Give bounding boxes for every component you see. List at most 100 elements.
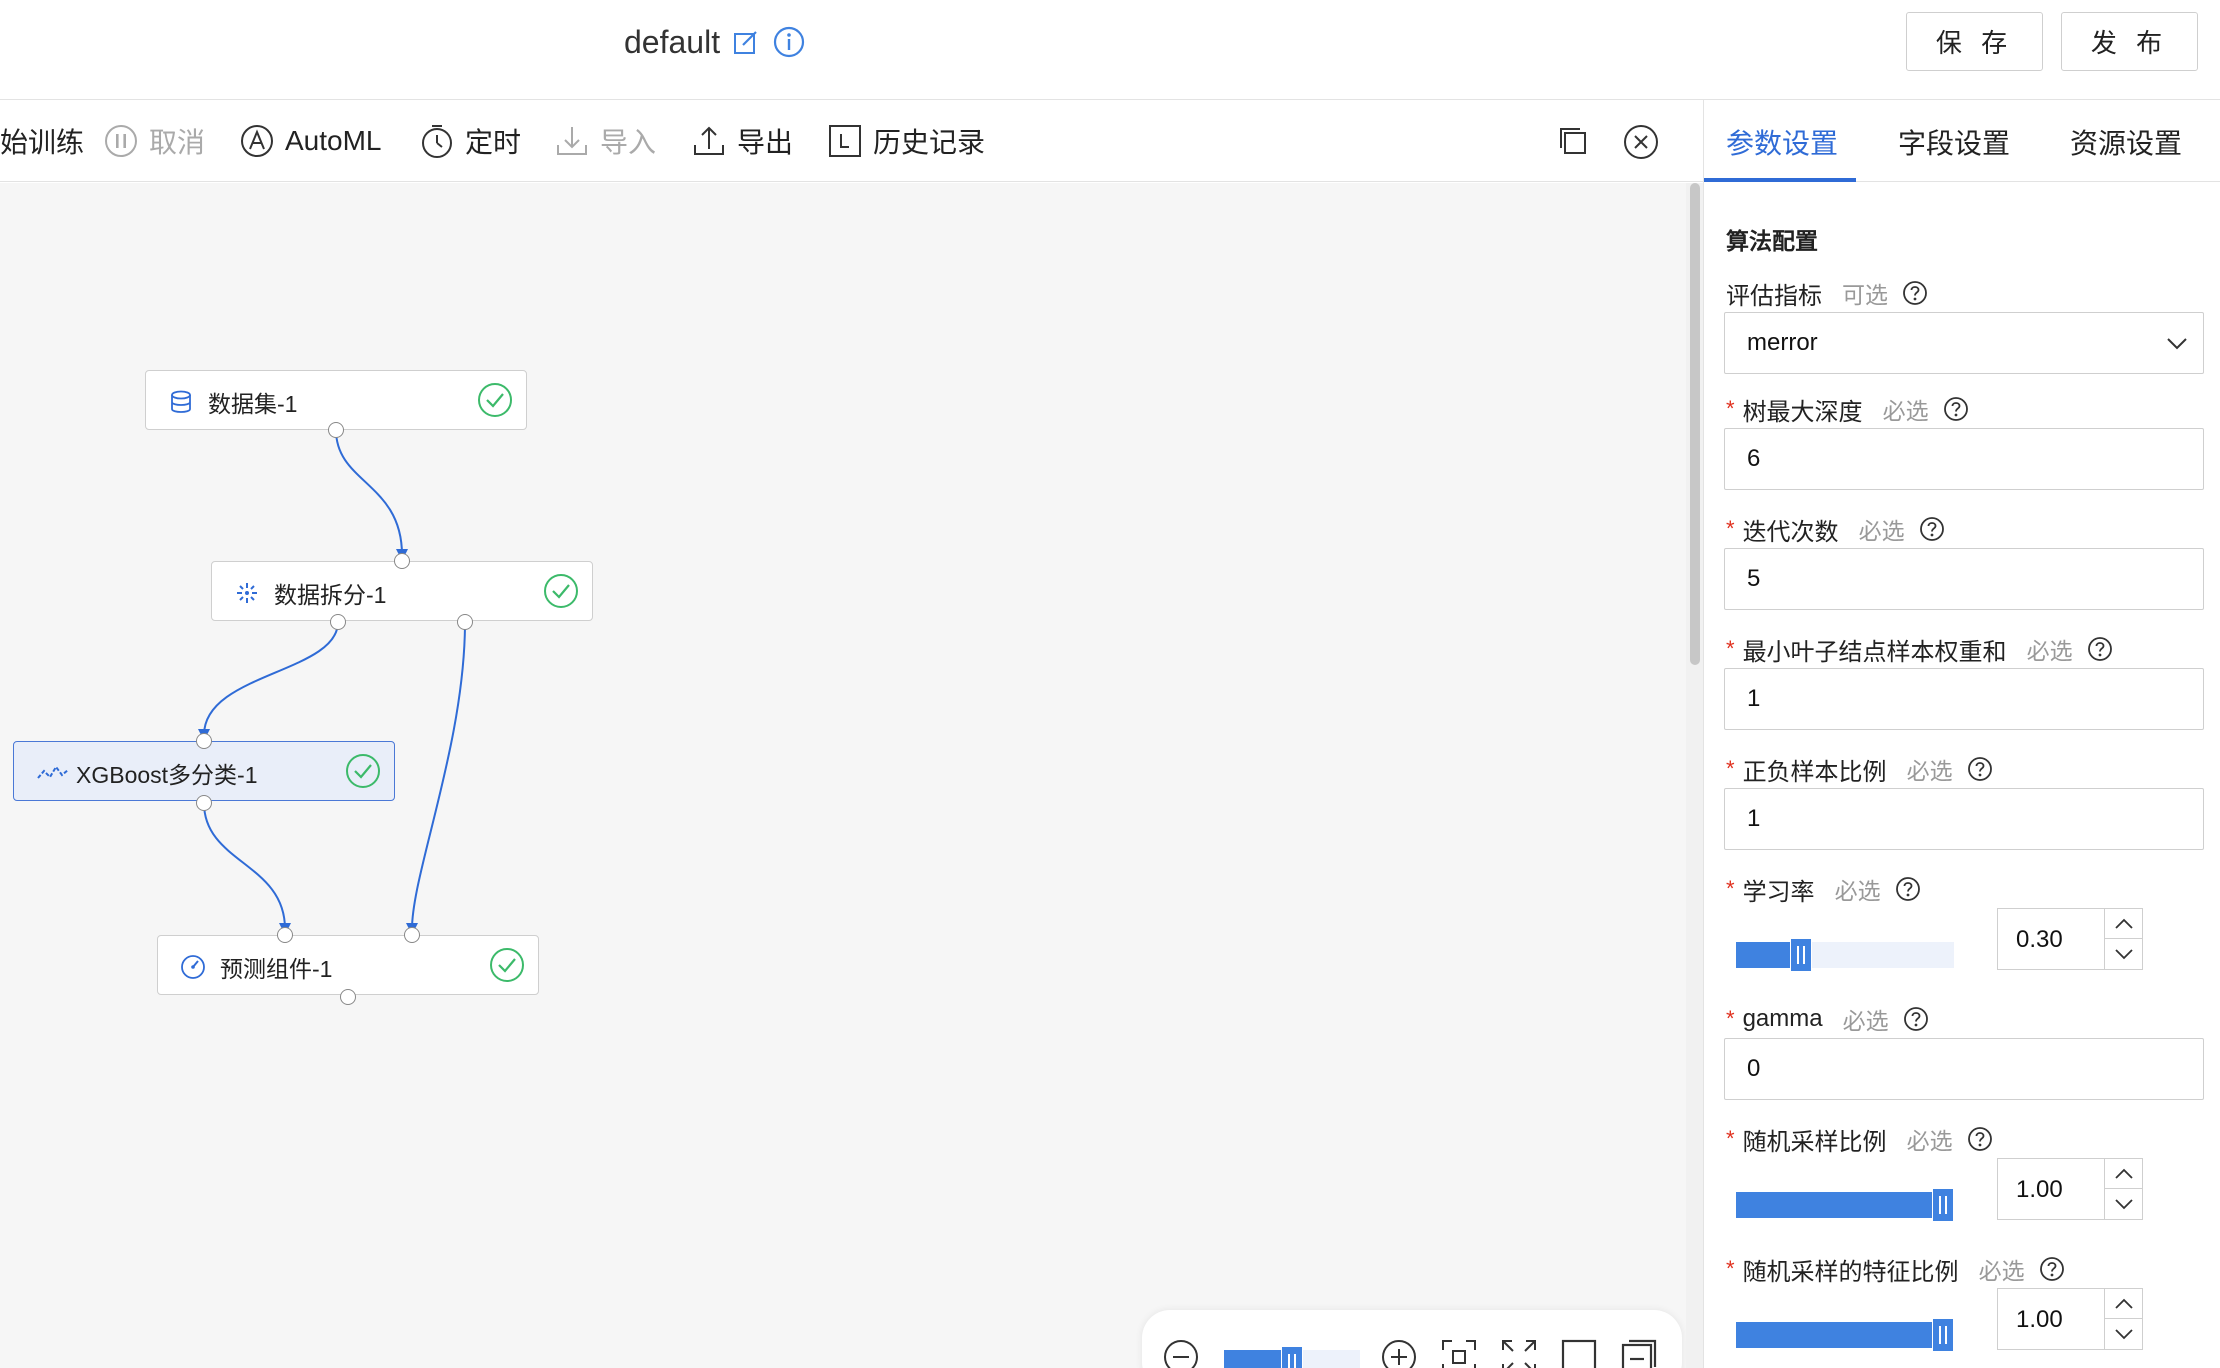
colsample-slider[interactable]: [1736, 1318, 1954, 1352]
copy-icon[interactable]: [1556, 124, 1590, 158]
import-button[interactable]: 导入: [554, 118, 656, 164]
automl-button[interactable]: AutoML: [239, 118, 382, 164]
subsample-stepper[interactable]: 1.00: [1997, 1158, 2143, 1220]
close-circle-icon[interactable]: [1623, 124, 1659, 160]
edge-split-xgboost: [198, 621, 339, 741]
subsample-slider[interactable]: [1736, 1188, 1954, 1222]
slider-handle[interactable]: [1932, 1188, 1954, 1222]
fullscreen-icon[interactable]: [1500, 1338, 1538, 1368]
input-port[interactable]: [277, 927, 293, 943]
canvas-scrollbar-thumb[interactable]: [1690, 183, 1700, 665]
decrement-button[interactable]: [2104, 939, 2142, 969]
help-icon[interactable]: [1967, 756, 1993, 782]
output-port[interactable]: [457, 614, 473, 630]
publish-button[interactable]: 发 布: [2061, 12, 2198, 71]
actual-size-icon[interactable]: [1560, 1338, 1598, 1368]
edge-split-predict: [406, 621, 466, 935]
automl-label: AutoML: [285, 125, 382, 156]
eval-metric-select[interactable]: merror: [1724, 312, 2204, 374]
node-xgboost-multiclass[interactable]: XGBoost多分类-1: [13, 741, 395, 801]
algorithm-icon: [37, 765, 69, 779]
max-depth-input[interactable]: 6: [1724, 428, 2204, 490]
help-icon[interactable]: [1902, 280, 1928, 306]
help-icon[interactable]: [1919, 516, 1945, 542]
colsample-stepper[interactable]: 1.00: [1997, 1288, 2143, 1350]
tab-field-settings[interactable]: 字段设置: [1898, 122, 2010, 162]
increment-button[interactable]: [2104, 1289, 2142, 1319]
field-label-max-depth: * 树最大深度 必选: [1726, 392, 1969, 426]
node-label: 数据集-1: [208, 391, 298, 417]
input-port[interactable]: [404, 927, 420, 943]
field-label-subsample: * 随机采样比例 必选: [1726, 1122, 1993, 1156]
learning-rate-slider[interactable]: [1736, 938, 1954, 972]
import-label: 导入: [600, 127, 657, 158]
save-button[interactable]: 保 存: [1906, 12, 2043, 71]
increment-button[interactable]: [2104, 909, 2142, 939]
schedule-button[interactable]: 定时: [419, 118, 521, 164]
output-port[interactable]: [328, 422, 344, 438]
required-mark: *: [1726, 1126, 1735, 1151]
learning-rate-stepper[interactable]: 0.30: [1997, 908, 2143, 970]
help-icon[interactable]: [1943, 396, 1969, 422]
panel-tabs: 参数设置 字段设置 资源设置: [1704, 100, 2220, 182]
help-icon[interactable]: [2087, 636, 2113, 662]
start-training-button[interactable]: 始训练: [0, 118, 84, 164]
chevron-down-icon: [2115, 1199, 2133, 1210]
node-data-split[interactable]: 数据拆分-1: [211, 561, 593, 621]
zoom-slider[interactable]: [1224, 1346, 1360, 1368]
info-icon[interactable]: [772, 25, 806, 59]
help-icon[interactable]: [1903, 1006, 1929, 1032]
gamma-input[interactable]: 0: [1724, 1038, 2204, 1100]
slider-handle[interactable]: [1932, 1318, 1954, 1352]
required-tag: 必选: [2026, 638, 2073, 664]
input-port[interactable]: [394, 553, 410, 569]
pos-neg-ratio-input[interactable]: 1: [1724, 788, 2204, 850]
stepper-value: 1.00: [2016, 1306, 2063, 1333]
split-icon: [237, 583, 257, 603]
zoom-out-icon[interactable]: [1162, 1338, 1200, 1368]
required-tag: 必选: [1858, 518, 1905, 544]
tab-resource-settings[interactable]: 资源设置: [2070, 122, 2182, 162]
start-training-label: 始训练: [0, 127, 85, 158]
help-icon[interactable]: [2039, 1256, 2065, 1282]
output-port[interactable]: [196, 795, 212, 811]
history-button[interactable]: 历史记录: [827, 118, 985, 164]
history-icon: [829, 125, 861, 157]
increment-button[interactable]: [2104, 1159, 2142, 1189]
field-label-learning-rate: * 学习率 必选: [1726, 872, 1921, 906]
zoom-slider-handle[interactable]: [1281, 1346, 1303, 1368]
decrement-button[interactable]: [2104, 1319, 2142, 1349]
cancel-label: 取消: [149, 127, 206, 158]
node-prediction[interactable]: 预测组件-1: [157, 935, 539, 995]
timer-icon: [422, 125, 452, 158]
input-port[interactable]: [196, 733, 212, 749]
edit-icon[interactable]: [732, 28, 760, 56]
chevron-up-icon: [2115, 918, 2133, 929]
min-child-weight-input[interactable]: 1: [1724, 668, 2204, 730]
section-title: 算法配置: [1726, 228, 1818, 254]
cancel-button[interactable]: 取消: [103, 118, 205, 164]
success-check-icon: [544, 574, 578, 608]
field-label-gamma: * gamma 必选: [1726, 1002, 1929, 1036]
node-label: 预测组件-1: [220, 956, 333, 982]
workflow-canvas[interactable]: 数据集-1 数据拆分-1 XGBoost多分类-1 预测组件-1: [0, 183, 1703, 1368]
tab-parameter-settings[interactable]: 参数设置: [1726, 122, 1838, 162]
export-label: 导出: [737, 127, 794, 158]
slider-handle[interactable]: [1790, 938, 1813, 972]
label-text: 随机采样的特征比例: [1742, 1258, 1959, 1286]
help-icon[interactable]: [1895, 876, 1921, 902]
output-port[interactable]: [330, 614, 346, 630]
decrement-button[interactable]: [2104, 1189, 2142, 1219]
output-port[interactable]: [340, 989, 356, 1005]
title-area: default: [624, 18, 806, 66]
iterations-input[interactable]: 5: [1724, 548, 2204, 610]
help-icon[interactable]: [1967, 1126, 1993, 1152]
export-icon: [694, 126, 724, 155]
export-button[interactable]: 导出: [691, 118, 793, 164]
required-tag: 必选: [1906, 758, 1953, 784]
fit-view-icon[interactable]: [1440, 1338, 1478, 1368]
zoom-in-icon[interactable]: [1380, 1338, 1418, 1368]
success-check-icon: [346, 754, 380, 788]
minimap-icon[interactable]: [1620, 1338, 1658, 1368]
node-dataset[interactable]: 数据集-1: [145, 370, 527, 430]
